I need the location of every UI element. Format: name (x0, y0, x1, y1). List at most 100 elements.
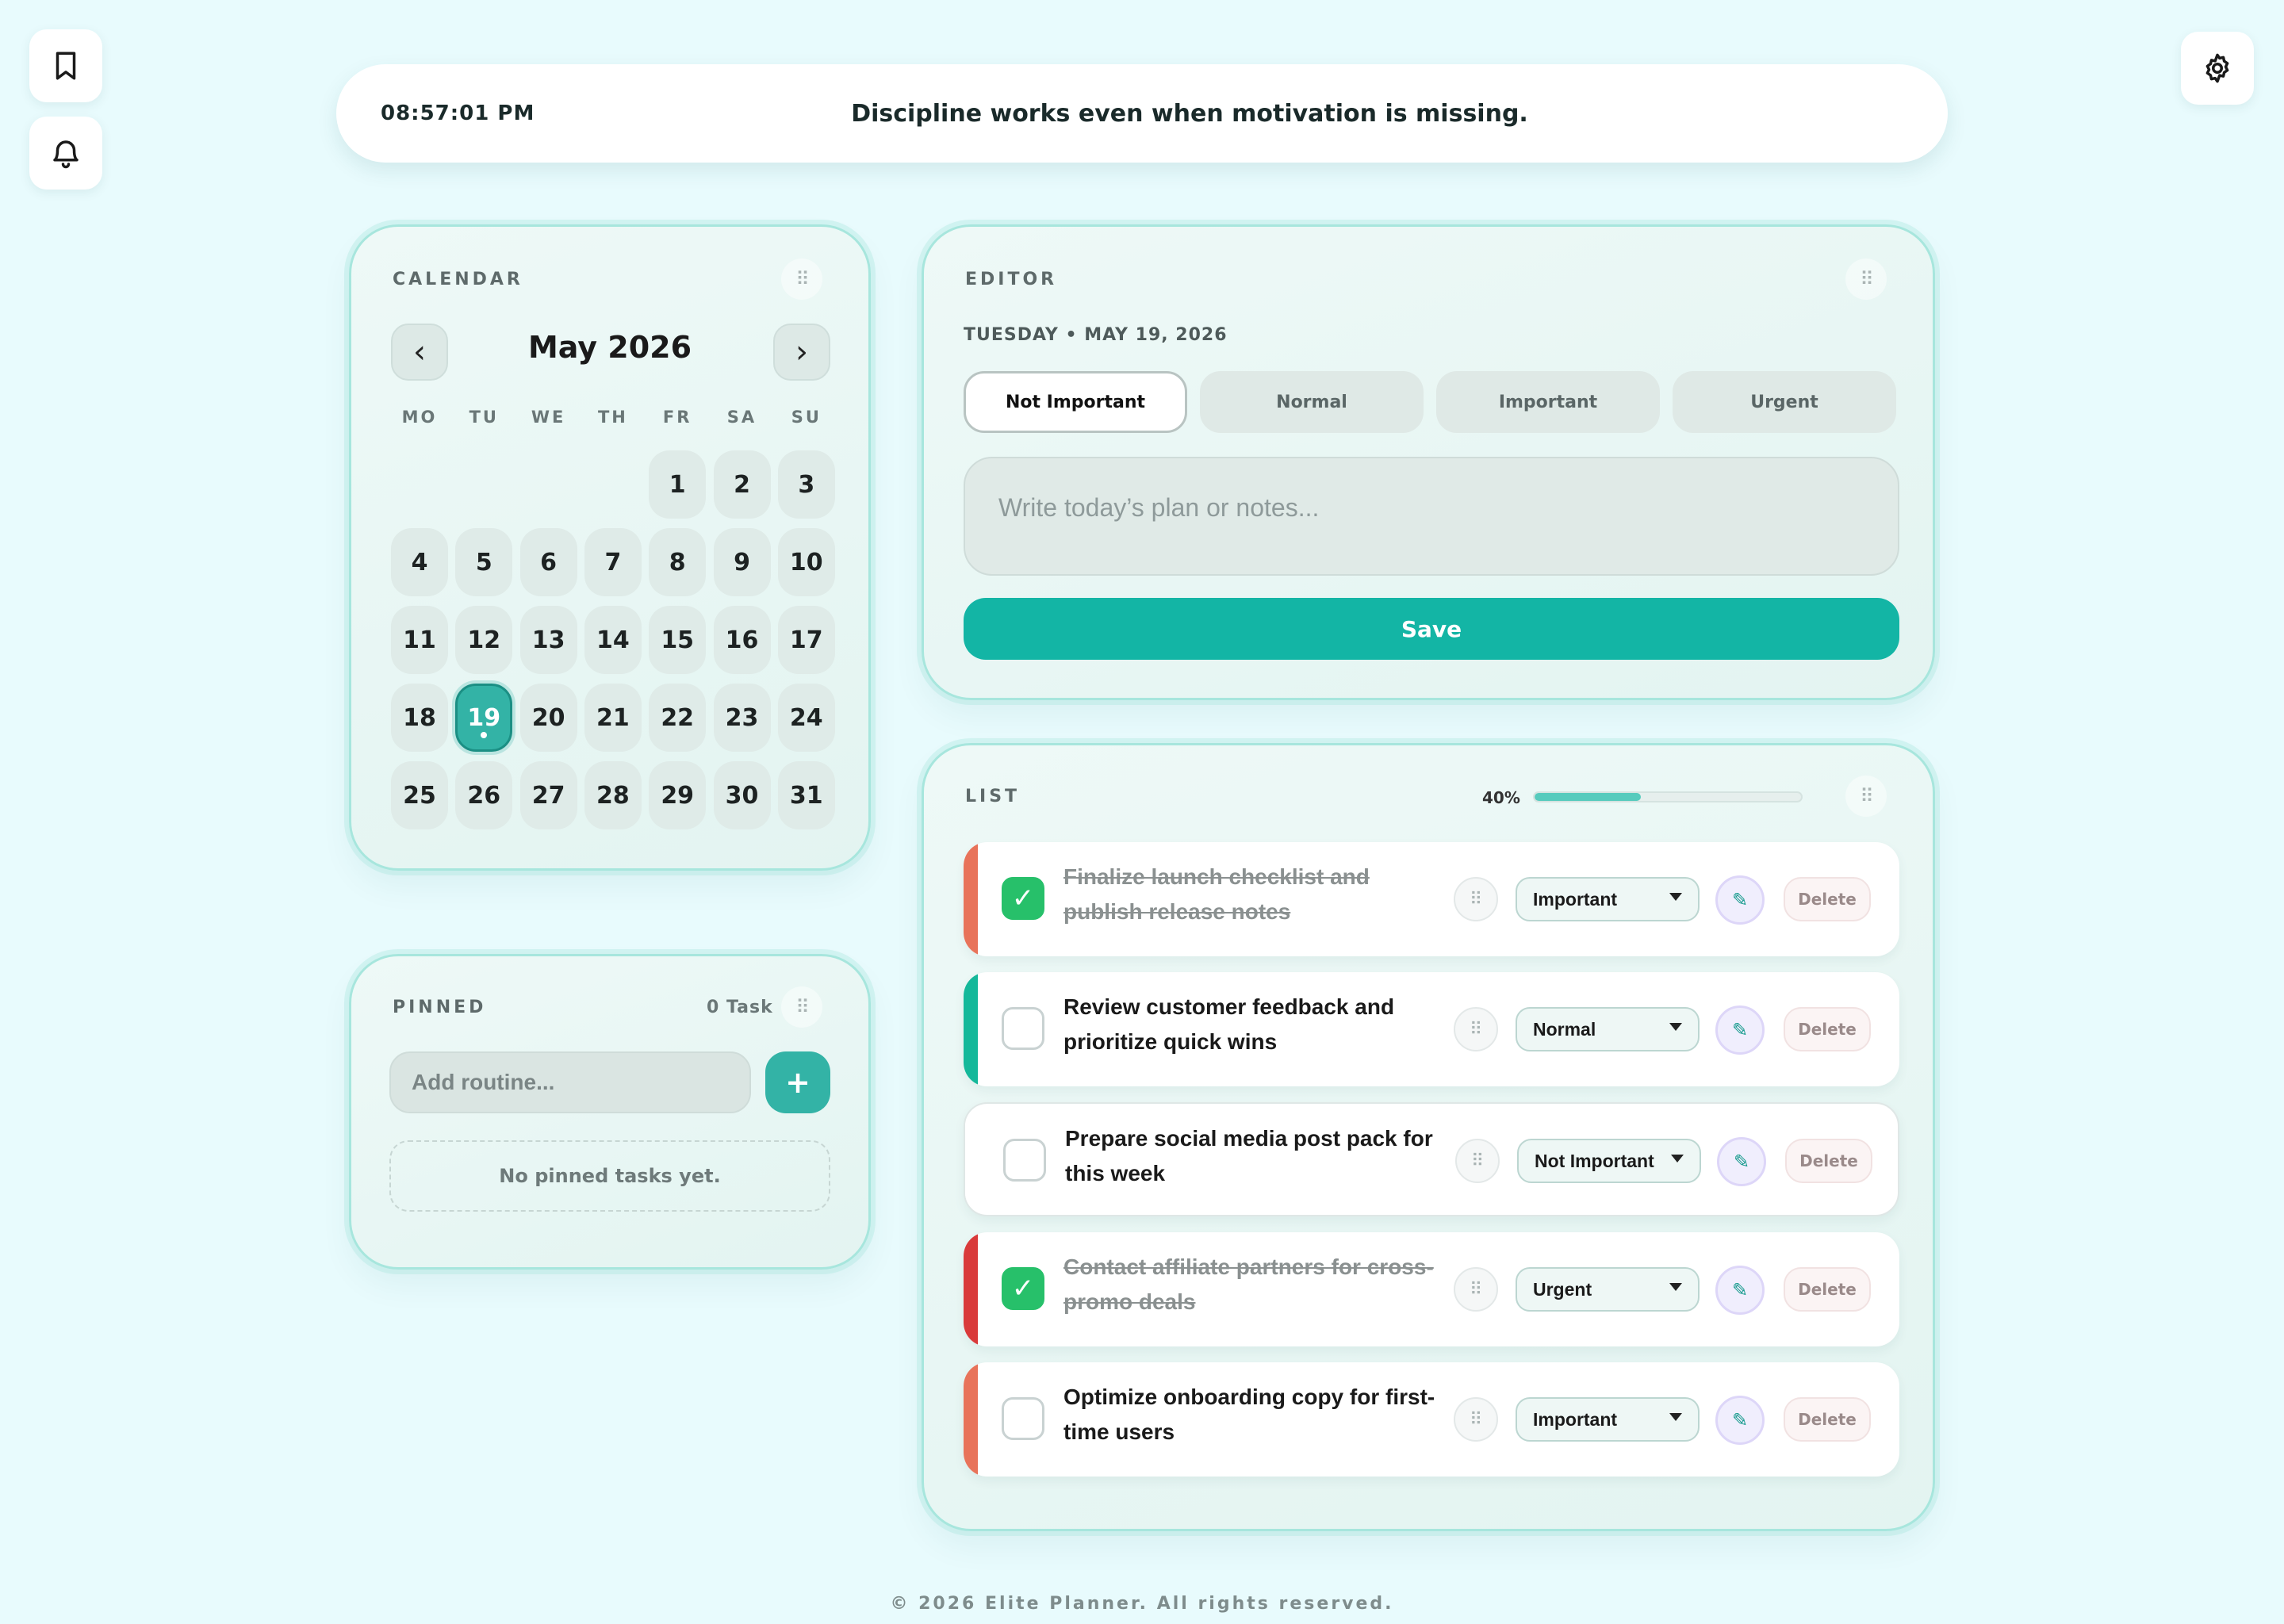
weekday-label: FR (662, 408, 692, 427)
calendar-day[interactable]: 5 (455, 528, 513, 596)
delete-button[interactable]: Delete (1785, 1139, 1872, 1183)
edit-pencil-icon[interactable]: ✎ (1715, 1396, 1765, 1445)
priority-color-bar (964, 842, 978, 956)
calendar-day[interactable]: 4 (391, 528, 448, 596)
progress-fill (1535, 793, 1642, 801)
list-card: LIST 40% ⠿ ✓ Finalize launch checklist an… (922, 743, 1935, 1531)
task-priority-value: Important (1533, 888, 1618, 910)
calendar-day[interactable]: 2 (713, 450, 771, 519)
delete-button[interactable]: Delete (1784, 1007, 1871, 1051)
calendar-day[interactable]: 7 (584, 528, 642, 596)
drag-handle-icon[interactable]: ⠿ (1454, 1267, 1498, 1312)
task-priority-select[interactable]: Not Important (1517, 1139, 1701, 1183)
calendar-day[interactable]: 28 (584, 761, 642, 829)
task-priority-value: Not Important (1535, 1150, 1654, 1171)
task-text: Contact affiliate partners for cross-pro… (1063, 1254, 1434, 1314)
calendar-day[interactable]: 15 (649, 606, 707, 674)
edit-pencil-icon[interactable]: ✎ (1717, 1137, 1766, 1186)
task-checkbox[interactable] (1002, 1007, 1044, 1050)
task-priority-select[interactable]: Important (1516, 1397, 1700, 1442)
calendar-day[interactable]: 25 (391, 761, 448, 829)
calendar-day[interactable]: 23 (713, 684, 771, 752)
chevron-down-icon (1671, 1155, 1684, 1162)
calendar-day[interactable]: 1 (649, 450, 707, 519)
drag-handle-icon[interactable]: ⠿ (1454, 877, 1498, 921)
priority-color-bar (965, 1104, 979, 1215)
priority-normal[interactable]: Normal (1200, 371, 1424, 433)
task-text: Finalize launch checklist and publish re… (1063, 864, 1370, 924)
calendar-day[interactable]: 16 (713, 606, 771, 674)
calendar-day[interactable]: 18 (391, 684, 448, 752)
notes-textarea[interactable]: Write today’s plan or notes... (964, 457, 1899, 576)
drag-handle-icon[interactable]: ⠿ (1455, 1139, 1500, 1183)
motivational-quote: Discipline works even when motivation is… (851, 99, 1528, 128)
weekday-label: TH (597, 408, 628, 427)
progress-bar (1533, 791, 1803, 802)
calendar-day[interactable]: 6 (519, 528, 577, 596)
calendar-day[interactable]: 17 (777, 606, 835, 674)
edit-pencil-icon[interactable]: ✎ (1715, 875, 1765, 925)
calendar-day[interactable]: 8 (649, 528, 707, 596)
drag-handle-icon[interactable]: ⠿ (1845, 259, 1887, 300)
calendar-day[interactable]: 9 (713, 528, 771, 596)
bookmark-button[interactable] (29, 29, 102, 102)
priority-color-bar (964, 1232, 978, 1346)
delete-button[interactable]: Delete (1784, 1397, 1871, 1442)
drag-handle-icon[interactable]: ⠿ (1454, 1007, 1498, 1051)
task-priority-select[interactable]: Important (1516, 877, 1700, 921)
calendar-day[interactable]: 31 (777, 761, 835, 829)
edit-pencil-icon[interactable]: ✎ (1715, 1005, 1765, 1055)
calendar-day-selected[interactable]: 19 (455, 684, 513, 752)
task-text: Prepare social media post pack for this … (1065, 1126, 1433, 1185)
calendar-day[interactable]: 30 (713, 761, 771, 829)
pinned-title: PINNED (393, 998, 487, 1017)
priority-urgent[interactable]: Urgent (1673, 371, 1896, 433)
settings-button[interactable] (2181, 32, 2254, 105)
calendar-day[interactable]: 20 (519, 684, 577, 752)
notifications-button[interactable] (29, 117, 102, 190)
top-bar: 08:57:01 PM Discipline works even when m… (336, 64, 1948, 163)
task-checkbox[interactable]: ✓ (1002, 1267, 1044, 1310)
calendar-day[interactable]: 27 (519, 761, 577, 829)
add-routine-input[interactable]: Add routine... (389, 1051, 751, 1113)
calendar-day[interactable]: 22 (649, 684, 707, 752)
pinned-count: 0 Task (707, 998, 773, 1017)
priority-important[interactable]: Important (1436, 371, 1660, 433)
calendar-day[interactable]: 11 (391, 606, 448, 674)
drag-handle-icon[interactable]: ⠿ (781, 259, 822, 300)
edit-pencil-icon[interactable]: ✎ (1715, 1266, 1765, 1315)
save-button[interactable]: Save (964, 598, 1899, 660)
delete-button[interactable]: Delete (1784, 877, 1871, 921)
task-row: ✓ Finalize launch checklist and publish r… (964, 842, 1899, 956)
weekday-label: MO (401, 408, 438, 427)
drag-handle-icon[interactable]: ⠿ (1454, 1397, 1498, 1442)
task-priority-value: Important (1533, 1408, 1618, 1430)
calendar-day[interactable]: 3 (777, 450, 835, 519)
chevron-down-icon (1669, 1023, 1682, 1031)
calendar-day[interactable]: 10 (777, 528, 835, 596)
delete-button[interactable]: Delete (1784, 1267, 1871, 1312)
drag-handle-icon[interactable]: ⠿ (781, 986, 822, 1028)
calendar-day[interactable]: 24 (777, 684, 835, 752)
calendar-day[interactable]: 14 (584, 606, 642, 674)
add-routine-button[interactable]: + (765, 1051, 830, 1113)
priority-not-important[interactable]: Not Important (964, 371, 1187, 433)
today-dot (481, 732, 488, 738)
calendar-day[interactable]: 12 (455, 606, 513, 674)
task-checkbox[interactable] (1003, 1139, 1046, 1182)
task-row: ✓ Contact affiliate partners for cross-pr… (964, 1232, 1899, 1346)
calendar-day[interactable]: 13 (519, 606, 577, 674)
calendar-day[interactable]: 21 (584, 684, 642, 752)
task-priority-select[interactable]: Normal (1516, 1007, 1700, 1051)
task-checkbox[interactable] (1002, 1397, 1044, 1440)
calendar-day[interactable]: 26 (455, 761, 513, 829)
weekday-label: SU (791, 408, 822, 427)
calendar-day[interactable]: 29 (649, 761, 707, 829)
drag-handle-icon[interactable]: ⠿ (1845, 776, 1887, 817)
task-priority-select[interactable]: Urgent (1516, 1267, 1700, 1312)
next-month-button[interactable]: › (773, 324, 830, 381)
bookmark-icon (56, 52, 76, 80)
list-title: LIST (965, 787, 1021, 806)
task-checkbox[interactable]: ✓ (1002, 877, 1044, 920)
priority-color-bar (964, 1362, 978, 1477)
